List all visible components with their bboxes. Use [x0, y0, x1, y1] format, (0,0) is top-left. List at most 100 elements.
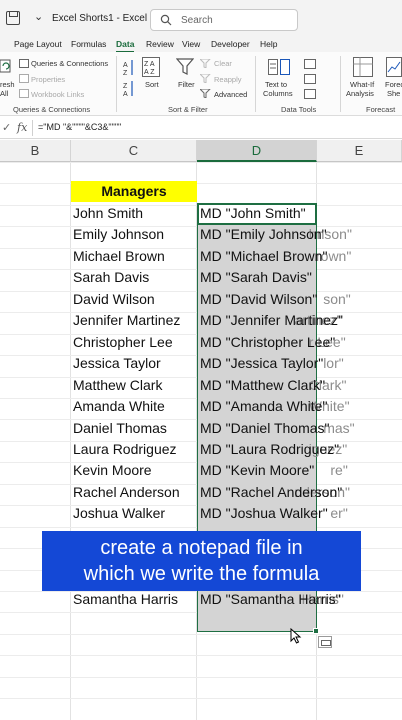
manager-name-cell[interactable]: Rachel Anderson	[73, 484, 180, 500]
svg-text:A Z: A Z	[144, 69, 155, 76]
manager-name-cell[interactable]: Daniel Thomas	[73, 420, 167, 436]
video-caption: create a notepad file in which we write …	[42, 531, 361, 591]
formula-result-cell[interactable]: MD "Daniel Thomas"	[200, 420, 330, 436]
caption-line-1: create a notepad file in	[100, 537, 303, 559]
manager-name-cell[interactable]: Joshua Walker	[73, 505, 165, 521]
search-box[interactable]: Search	[150, 9, 298, 31]
formula-result-cell[interactable]: MD "Kevin Moore"	[200, 462, 314, 478]
group-forecast: Forecast	[366, 105, 396, 114]
clear-filter-button[interactable]: Clear	[214, 59, 232, 68]
fill-handle[interactable]	[313, 628, 319, 634]
text-to-columns-label-2: Columns	[263, 89, 293, 98]
tab-formulas[interactable]: Formulas	[71, 39, 106, 49]
advanced-filter-icon	[200, 89, 211, 98]
insert-function-icon[interactable]: fx	[17, 121, 27, 134]
formula-result-cell[interactable]: MD "Matthew Clark"	[200, 377, 325, 393]
sort-button[interactable]: Sort	[145, 80, 159, 89]
tab-view[interactable]: View	[182, 39, 200, 49]
reapply-button[interactable]: Reapply	[214, 75, 242, 84]
manager-name-cell[interactable]: John Smith	[73, 205, 143, 221]
formula-result-cell[interactable]: MD "Jennifer Martinez"	[200, 312, 343, 328]
manager-name-cell[interactable]: Jennifer Martinez	[73, 312, 180, 328]
formula-result-cell[interactable]: MD "Sarah Davis"	[200, 269, 312, 285]
what-if-analysis-icon[interactable]	[353, 57, 373, 77]
manager-name-cell[interactable]: Emily Johnson	[73, 226, 164, 242]
clear-icon	[200, 59, 211, 68]
formula-result-cell[interactable]: MD "Amanda White"	[200, 398, 327, 414]
manager-name-cell[interactable]: Kevin Moore	[73, 462, 152, 478]
forecast-sheet-icon[interactable]	[386, 57, 402, 77]
formula-result-cell[interactable]: MD "David Wilson"	[200, 291, 317, 307]
manager-name-cell[interactable]: Matthew Clark	[73, 377, 162, 393]
column-header-c[interactable]: C	[71, 140, 197, 162]
formula-input[interactable]: ="MD "&""""&C3&""""	[38, 122, 121, 132]
column-header-d[interactable]: D	[197, 140, 317, 162]
properties-icon	[19, 74, 29, 83]
forecast-sheet-label-2: She	[387, 89, 401, 98]
manager-name-cell[interactable]: Samantha Harris	[73, 591, 178, 607]
formula-result-cell[interactable]: MD "John Smith"	[200, 205, 306, 221]
manager-name-cell[interactable]: David Wilson	[73, 291, 155, 307]
remove-duplicates-icon[interactable]	[304, 74, 316, 84]
svg-text:Z A: Z A	[144, 61, 155, 68]
tab-page-layout[interactable]: Page Layout	[14, 39, 62, 49]
text-to-columns-label[interactable]: Text to	[265, 80, 287, 89]
manager-name-cell[interactable]: Jessica Taylor	[73, 355, 161, 371]
mouse-cursor-icon	[290, 628, 302, 644]
formula-result-cell[interactable]: MD "Laura Rodriguez"	[200, 441, 339, 457]
save-icon[interactable]	[6, 11, 20, 25]
advanced-filter-button[interactable]: Advanced	[214, 90, 247, 99]
data-validation-icon[interactable]	[304, 89, 316, 99]
search-placeholder: Search	[181, 15, 213, 26]
svg-text:Z: Z	[123, 83, 128, 90]
sort-icon[interactable]: Z A A Z	[142, 57, 160, 77]
formula-result-cell[interactable]: MD "Emily Johnson"	[200, 226, 327, 242]
queries-icon	[19, 59, 29, 68]
formula-result-cell[interactable]: MD "Rachel Anderson"	[200, 484, 342, 500]
managers-header-cell[interactable]: Managers	[71, 181, 197, 202]
grid-line	[0, 162, 402, 163]
customize-quick-access-icon[interactable]: ⌄	[34, 10, 43, 23]
title-bar: ⌄ Excel Shorts1 - Excel Search	[0, 0, 402, 38]
what-if-label[interactable]: What-If	[350, 80, 374, 89]
manager-name-cell[interactable]: Amanda White	[73, 398, 165, 414]
workbook-links-button[interactable]: Workbook Links	[31, 90, 84, 99]
group-queries-connections: Queries & Connections	[13, 105, 91, 114]
ribbon: resh All Queries & Connections Propertie…	[0, 52, 402, 116]
formula-result-cell[interactable]: MD "Joshua Walker"	[200, 505, 328, 521]
manager-name-cell[interactable]: Laura Rodriguez	[73, 441, 177, 457]
tab-developer[interactable]: Developer	[211, 39, 250, 49]
formula-result-cell[interactable]: MD "Christopher Lee"	[200, 334, 335, 350]
ribbon-separator	[255, 56, 256, 112]
column-header-e[interactable]: E	[317, 140, 402, 162]
properties-button[interactable]: Properties	[31, 75, 65, 84]
overflow-ghost-text: er"	[330, 505, 348, 522]
formula-result-cell[interactable]: MD "Samantha Harris"	[200, 591, 341, 607]
tab-help[interactable]: Help	[260, 39, 277, 49]
grid-line	[0, 676, 402, 678]
formula-result-cell[interactable]: MD "Jessica Taylor"	[200, 355, 323, 371]
flash-fill-icon[interactable]	[304, 59, 316, 69]
tab-review[interactable]: Review	[146, 39, 174, 49]
filter-button[interactable]: Filter	[178, 80, 195, 89]
manager-name-cell[interactable]: Sarah Davis	[73, 269, 149, 285]
ribbon-tabs: Page Layout Formulas Data Review View De…	[0, 38, 402, 53]
sort-ascending-icon[interactable]: A Z Z A	[122, 58, 136, 100]
text-to-columns-icon[interactable]	[268, 57, 290, 77]
filter-icon[interactable]	[176, 58, 194, 76]
grid-line	[0, 698, 402, 700]
tab-data[interactable]: Data	[116, 39, 135, 53]
quick-analysis-icon[interactable]	[318, 636, 332, 648]
formula-divider	[32, 120, 33, 136]
formula-result-cell[interactable]: MD "Michael Brown"	[200, 248, 327, 264]
queries-connections-button[interactable]: Queries & Connections	[31, 59, 108, 68]
manager-name-cell[interactable]: Michael Brown	[73, 248, 165, 264]
enter-icon[interactable]: ✓	[2, 121, 11, 134]
workbook-links-icon	[19, 89, 29, 98]
refresh-all-label: resh	[0, 80, 15, 89]
manager-name-cell[interactable]: Christopher Lee	[73, 334, 173, 350]
refresh-all-icon[interactable]	[0, 58, 12, 74]
column-header-b[interactable]: B	[0, 140, 71, 162]
group-sort-filter: Sort & Filter	[168, 105, 208, 114]
grid-line	[0, 183, 402, 185]
